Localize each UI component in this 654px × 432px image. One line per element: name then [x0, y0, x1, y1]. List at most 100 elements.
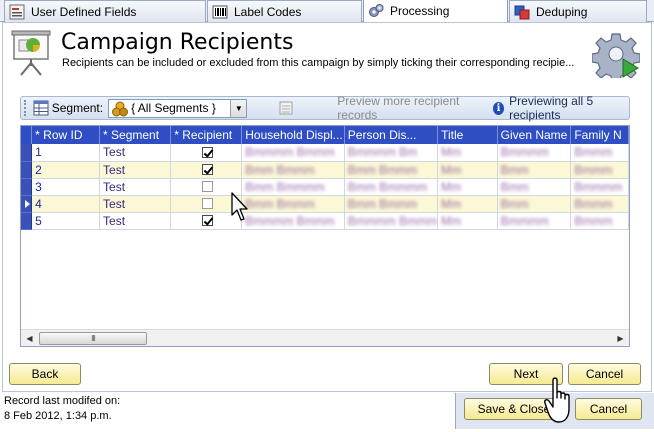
- column-header-segment[interactable]: * Segment: [99, 126, 172, 144]
- cell-segment[interactable]: Test: [99, 144, 172, 162]
- cell-person[interactable]: Bmmmm Bm: [344, 144, 439, 162]
- empty-cell: [170, 246, 242, 263]
- cell-title[interactable]: Mm: [437, 212, 498, 230]
- cell-family-name[interactable]: Bmmm: [570, 195, 629, 213]
- column-header-row-id[interactable]: * Row ID: [31, 126, 101, 144]
- recipient-checkbox[interactable]: [202, 146, 214, 158]
- row-header-corner: [21, 126, 33, 144]
- empty-cell: [99, 263, 171, 280]
- cell-given-name[interactable]: Bmm: [497, 178, 572, 196]
- cell-row-id[interactable]: 2: [31, 161, 101, 179]
- scroll-thumb[interactable]: III: [39, 332, 147, 345]
- row-selector[interactable]: [21, 212, 33, 230]
- table-row[interactable]: 5 Test Bmmmm Bmmm Bmmmm Bmmm Mm Bmmmm Bmmm: [21, 212, 629, 230]
- tab-label: Processing: [390, 4, 450, 18]
- cell-household[interactable]: Bmmmm Bmmm: [241, 212, 345, 230]
- cell-family-name[interactable]: Bmmm: [570, 212, 629, 230]
- empty-cell: [497, 280, 571, 297]
- table-row[interactable]: 1 Test Bmmmm Bmmm Bmmmm Bm Mm Bmmmm Bmmm: [21, 144, 629, 162]
- cell-household[interactable]: Bmm Bmmm: [241, 161, 345, 179]
- empty-cell: [344, 263, 438, 280]
- cell-household[interactable]: Bmmmm Bmmm: [241, 144, 345, 162]
- last-modified-label: Record last modifed on:: [4, 395, 121, 407]
- horizontal-scrollbar[interactable]: ◀ III ▶: [21, 329, 629, 346]
- cell-row-id[interactable]: 5: [31, 212, 101, 230]
- cell-title[interactable]: Mm: [437, 161, 498, 179]
- toolbar-grip[interactable]: [24, 100, 28, 116]
- cell-row-id[interactable]: 1: [31, 144, 101, 162]
- tab-label: User Defined Fields: [31, 4, 137, 19]
- recipients-grid[interactable]: * Row ID * Segment * Recipient Household…: [20, 125, 630, 347]
- tab-label-codes[interactable]: Label Codes: [207, 0, 362, 22]
- cell-segment[interactable]: Test: [99, 212, 172, 230]
- table-row[interactable]: 2 Test Bmm Bmmm Bmm Bmmm Mm Bmm Bmmm: [21, 161, 629, 179]
- column-header-title[interactable]: Title: [437, 126, 498, 144]
- empty-cell: [21, 263, 32, 280]
- cell-title[interactable]: Mm: [437, 144, 498, 162]
- tab-user-defined-fields[interactable]: User Defined Fields: [4, 0, 206, 22]
- preview-more-button[interactable]: Preview more recipient records: [337, 94, 481, 122]
- row-selector[interactable]: [21, 161, 33, 179]
- cell-recipient[interactable]: [170, 161, 243, 179]
- cell-given-name[interactable]: Bmm: [497, 161, 572, 179]
- row-selector[interactable]: [21, 144, 33, 162]
- empty-row: [21, 263, 629, 280]
- cell-person[interactable]: Bmmmm Bmmm: [344, 212, 439, 230]
- cell-recipient[interactable]: [170, 144, 243, 162]
- cell-given-name[interactable]: Bmmmm: [497, 144, 572, 162]
- recipient-checkbox[interactable]: [202, 181, 214, 192]
- cell-household[interactable]: Bmm Bmmm: [241, 195, 345, 213]
- column-header-person[interactable]: Person Dis...: [344, 126, 439, 144]
- cell-person[interactable]: Bmm Bmmm: [344, 161, 439, 179]
- tab-processing[interactable]: Processing: [363, 0, 508, 22]
- column-header-given-name[interactable]: Given Name: [497, 126, 572, 144]
- cell-household[interactable]: Bmm Bmmmm: [241, 178, 345, 196]
- hand-pointer-icon: [544, 376, 578, 429]
- presentation-board-icon: [11, 30, 51, 76]
- back-button[interactable]: Back: [9, 363, 81, 385]
- column-header-family-name[interactable]: Family N: [570, 126, 629, 144]
- cell-family-name[interactable]: Bmmmm: [570, 178, 629, 196]
- segments-icon: [112, 101, 129, 117]
- cell-person[interactable]: Bmm Bmmm: [344, 195, 439, 213]
- segment-label: Segment:: [51, 101, 104, 115]
- column-header-household[interactable]: Household Displ...: [241, 126, 345, 144]
- row-selector[interactable]: [21, 178, 33, 196]
- scroll-right-icon[interactable]: ▶: [612, 330, 629, 346]
- form-icon: [9, 4, 25, 20]
- tab-label: Deduping: [536, 4, 588, 19]
- table-row[interactable]: 4 Test Bmm Bmmm Bmm Bmmm Mm Bmm Bmmm: [21, 195, 629, 213]
- recipient-checkbox[interactable]: [202, 164, 214, 175]
- recipient-checkbox[interactable]: [202, 215, 214, 226]
- cell-segment[interactable]: Test: [99, 178, 172, 196]
- segment-dropdown[interactable]: { All Segments } ▼: [108, 98, 248, 118]
- chevron-down-icon[interactable]: ▼: [230, 99, 247, 117]
- cell-family-name[interactable]: Bmmm: [570, 161, 629, 179]
- tab-deduping[interactable]: Deduping: [509, 0, 647, 22]
- cancel-close-button[interactable]: Cancel: [575, 398, 642, 420]
- empty-cell: [21, 246, 32, 263]
- empty-cell: [344, 246, 438, 263]
- column-header-recipient[interactable]: * Recipient: [170, 126, 243, 144]
- cell-title[interactable]: Mm: [437, 178, 498, 196]
- cell-family-name[interactable]: Bmmm: [570, 144, 629, 162]
- arrow-pointer-icon: [230, 191, 250, 226]
- cell-segment[interactable]: Test: [99, 161, 172, 179]
- scroll-left-icon[interactable]: ◀: [21, 330, 38, 346]
- cancel-button[interactable]: Cancel: [568, 363, 641, 385]
- cell-person[interactable]: Bmm Bmmmm: [344, 178, 439, 196]
- empty-cell: [21, 229, 32, 246]
- cell-row-id[interactable]: 3: [31, 178, 101, 196]
- table-row[interactable]: 3 Test Bmm Bmmmm Bmm Bmmmm Mm Bmm Bmmmm: [21, 178, 629, 196]
- cell-segment[interactable]: Test: [99, 195, 172, 213]
- cell-row-id[interactable]: 4: [31, 195, 101, 213]
- cell-given-name[interactable]: Bmmmm: [497, 212, 572, 230]
- empty-cell: [31, 263, 100, 280]
- cell-given-name[interactable]: Bmm: [497, 195, 572, 213]
- recipient-checkbox[interactable]: [202, 198, 214, 209]
- empty-row: [21, 246, 629, 263]
- empty-cell: [99, 280, 171, 297]
- empty-cell: [344, 229, 438, 246]
- row-selector[interactable]: [21, 195, 33, 213]
- cell-title[interactable]: Mm: [437, 195, 498, 213]
